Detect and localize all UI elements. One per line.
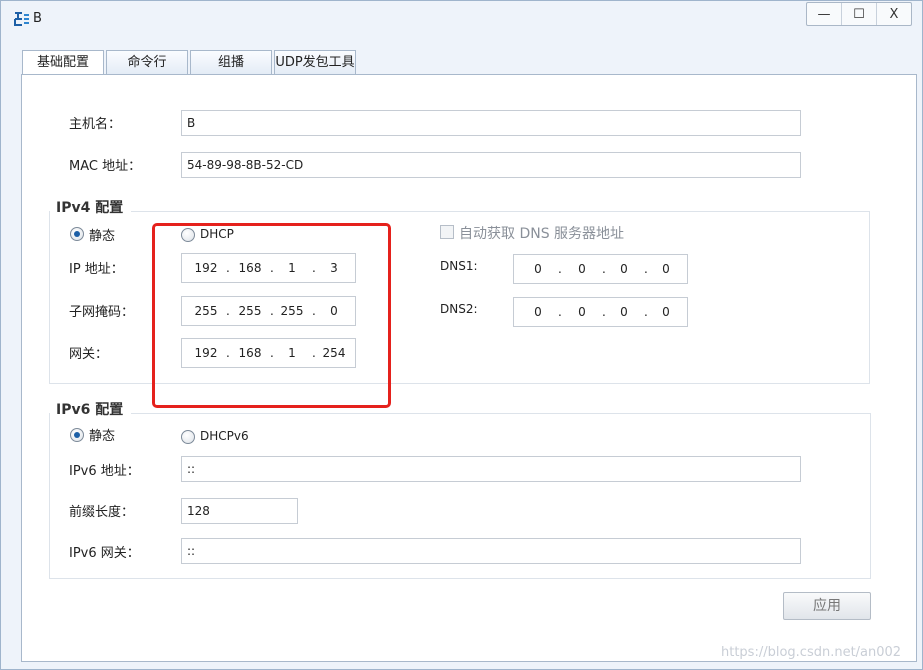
- mac-address-input[interactable]: 54-89-98-8B-52-CD: [181, 152, 801, 178]
- dns1-octet: 0: [534, 262, 542, 276]
- dns2-octet: 0: [662, 305, 670, 319]
- ipv6-address-input[interactable]: ::: [181, 456, 801, 482]
- ipv6-address-label: IPv6 地址：: [69, 464, 140, 479]
- app-logo-icon: [14, 12, 29, 26]
- window-controls: — ☐ X: [806, 2, 912, 26]
- maximize-icon: ☐: [853, 6, 865, 22]
- ipv4-static-label: 静态: [89, 229, 116, 244]
- simulator-window: B — ☐ X 基础配置 命令行 组播 UDP发包工具 主机名： B MAC 地…: [0, 0, 923, 670]
- dns2-octet: 0: [578, 305, 586, 319]
- dns1-octet: 0: [578, 262, 586, 276]
- ip-address-label: IP 地址：: [69, 262, 124, 277]
- dns2-octet: 0: [620, 305, 628, 319]
- ipv4-static-radio[interactable]: [70, 227, 84, 241]
- subnet-mask-label: 子网掩码：: [69, 305, 135, 320]
- ipv6-gateway-label: IPv6 网关：: [69, 546, 140, 561]
- ipv6-static-label: 静态: [89, 429, 116, 444]
- title-bar[interactable]: B — ☐ X: [1, 1, 922, 35]
- window-title: B: [33, 11, 42, 26]
- tab-udp-tool[interactable]: UDP发包工具: [274, 50, 356, 74]
- ipv6-dhcpv6-radio[interactable]: [181, 430, 195, 444]
- minimize-icon: —: [817, 6, 831, 22]
- dns1-octet: 0: [662, 262, 670, 276]
- maximize-button[interactable]: ☐: [841, 3, 876, 25]
- hostname-label: 主机名：: [69, 117, 122, 132]
- ipv6-dhcpv6-label: DHCPv6: [200, 429, 249, 443]
- prefix-length-input[interactable]: 128: [181, 498, 298, 524]
- prefix-length-label: 前缀长度：: [69, 505, 135, 520]
- octet-separator: .: [558, 305, 562, 319]
- ipv6-group-title: IPv6 配置: [50, 399, 132, 419]
- tab-basic-config[interactable]: 基础配置: [22, 50, 104, 75]
- ipv4-group-title: IPv4 配置: [50, 197, 132, 217]
- ipv6-gateway-input[interactable]: ::: [181, 538, 801, 564]
- hostname-input[interactable]: B: [181, 110, 801, 136]
- auto-dns-checkbox[interactable]: [440, 225, 454, 239]
- dns1-input[interactable]: 0 . 0 . 0 . 0: [513, 254, 688, 284]
- tab-multicast[interactable]: 组播: [190, 50, 272, 74]
- minimize-button[interactable]: —: [807, 3, 841, 25]
- auto-dns-label: 自动获取 DNS 服务器地址: [459, 226, 625, 242]
- octet-separator: .: [558, 262, 562, 276]
- ipv6-static-radio[interactable]: [70, 428, 84, 442]
- close-button[interactable]: X: [876, 3, 911, 25]
- dns2-octet: 0: [534, 305, 542, 319]
- mac-label: MAC 地址：: [69, 159, 142, 174]
- dns2-label: DNS2:: [440, 302, 478, 316]
- gateway-label: 网关：: [69, 347, 109, 362]
- dns1-label: DNS1:: [440, 259, 478, 273]
- highlight-box: [152, 223, 391, 408]
- close-icon: X: [889, 6, 899, 22]
- dns2-input[interactable]: 0 . 0 . 0 . 0: [513, 297, 688, 327]
- dns1-octet: 0: [620, 262, 628, 276]
- apply-button[interactable]: 应用: [783, 592, 871, 620]
- tab-command-line[interactable]: 命令行: [106, 50, 188, 74]
- watermark: https://blog.csdn.net/an002: [721, 645, 902, 660]
